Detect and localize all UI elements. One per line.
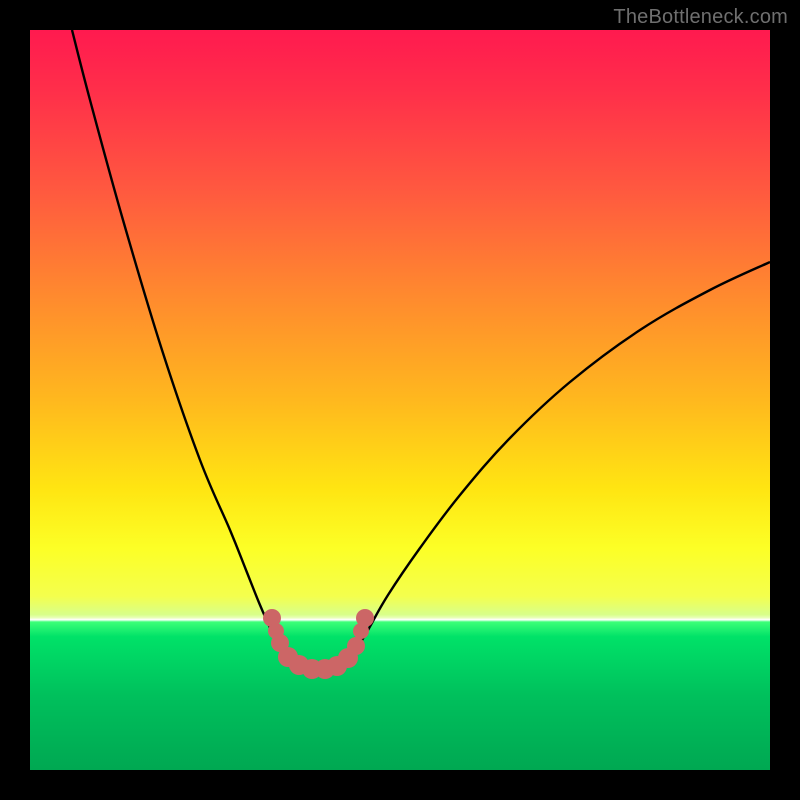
- chart-frame: TheBottleneck.com: [0, 0, 800, 800]
- gradient-plot-area: [30, 30, 770, 770]
- watermark-text: TheBottleneck.com: [613, 6, 788, 29]
